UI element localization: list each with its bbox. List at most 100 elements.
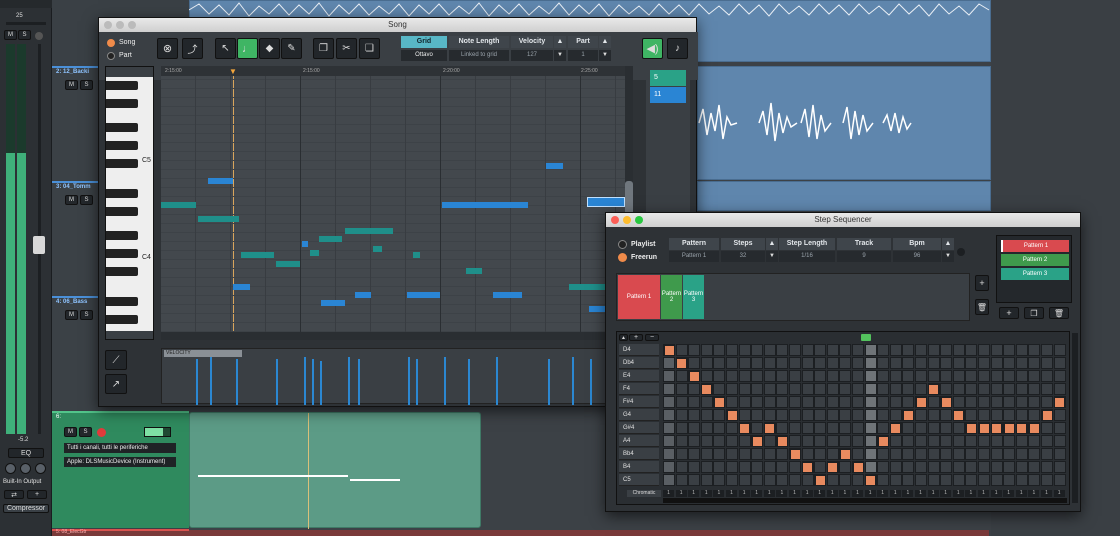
step-cell[interactable] — [877, 422, 890, 434]
bpm-value[interactable]: 96 — [893, 251, 941, 262]
step-cell[interactable] — [1041, 435, 1053, 447]
part-row[interactable]: 11 — [650, 87, 686, 103]
step-cell[interactable] — [726, 435, 738, 447]
step-cell[interactable] — [675, 383, 688, 395]
step-cell[interactable] — [915, 344, 927, 356]
step-cell[interactable] — [839, 461, 852, 473]
active-step[interactable] — [739, 422, 751, 434]
step-cell[interactable] — [789, 409, 801, 421]
step-cell[interactable] — [663, 396, 675, 408]
step-cell[interactable] — [763, 396, 776, 408]
step-cell[interactable] — [826, 409, 839, 421]
step-cell[interactable] — [776, 357, 789, 369]
step-cell[interactable] — [877, 461, 890, 473]
step-cell[interactable] — [713, 461, 726, 473]
step-value[interactable]: 1 — [1003, 490, 1015, 497]
step-cell[interactable] — [877, 383, 890, 395]
midi-note[interactable] — [466, 268, 482, 274]
step-cell[interactable] — [675, 435, 688, 447]
mute-button[interactable]: M — [65, 80, 78, 90]
step-cell[interactable] — [864, 461, 877, 473]
step-cell[interactable] — [688, 383, 701, 395]
step-cell[interactable] — [751, 396, 764, 408]
step-cell[interactable] — [877, 370, 890, 382]
step-cell[interactable] — [763, 370, 776, 382]
step-value[interactable]: 1 — [1041, 490, 1052, 497]
step-cell[interactable] — [940, 344, 953, 356]
step-cell[interactable] — [927, 409, 940, 421]
pan-knob-3[interactable] — [35, 463, 46, 474]
step-cell[interactable] — [726, 448, 738, 460]
step-cell[interactable] — [839, 409, 852, 421]
midi-note[interactable] — [373, 246, 382, 252]
step-cell[interactable] — [1053, 422, 1066, 434]
step-cell[interactable] — [663, 448, 675, 460]
active-step[interactable] — [1016, 422, 1028, 434]
mixer-record-dot[interactable] — [35, 32, 43, 40]
midi-track-header[interactable]: 6: M S Tutti i canali, tutti le periferi… — [52, 411, 189, 528]
step-length-value[interactable]: 1/16 — [779, 251, 835, 262]
step-cell[interactable] — [839, 474, 852, 486]
step-cell[interactable] — [663, 435, 675, 447]
step-cell[interactable] — [663, 409, 675, 421]
step-cell[interactable] — [801, 396, 814, 408]
step-cell[interactable] — [814, 435, 827, 447]
step-cell[interactable] — [789, 344, 801, 356]
step-value[interactable]: 1 — [663, 490, 674, 497]
steps-value[interactable]: 32 — [721, 251, 765, 262]
step-cell[interactable] — [801, 422, 814, 434]
midi-note[interactable] — [345, 228, 393, 234]
step-cell[interactable] — [902, 344, 915, 356]
step-cell[interactable] — [990, 409, 1003, 421]
active-step[interactable] — [928, 383, 940, 395]
step-cell[interactable] — [927, 435, 940, 447]
zoom-slider[interactable] — [161, 332, 625, 340]
step-cell[interactable] — [927, 461, 940, 473]
step-cell[interactable] — [978, 396, 990, 408]
step-cell[interactable] — [751, 409, 764, 421]
step-cell[interactable] — [726, 396, 738, 408]
step-value[interactable]: 1 — [952, 490, 964, 497]
step-cell[interactable] — [978, 370, 990, 382]
step-cell[interactable] — [978, 461, 990, 473]
step-cell[interactable] — [751, 422, 764, 434]
step-cell[interactable] — [814, 357, 827, 369]
step-cell[interactable] — [889, 435, 902, 447]
midi-note[interactable] — [161, 202, 196, 208]
grid-value[interactable]: Ottavo — [401, 50, 447, 61]
step-value[interactable]: 1 — [915, 490, 926, 497]
step-cell[interactable] — [889, 344, 902, 356]
step-cell[interactable] — [915, 370, 927, 382]
lane-pattern-2[interactable]: Pattern 2 — [661, 275, 682, 319]
step-cell[interactable] — [1003, 370, 1016, 382]
step-cell[interactable] — [889, 357, 902, 369]
step-cell[interactable] — [814, 383, 827, 395]
grid-up-button[interactable]: ▲ — [619, 334, 628, 341]
step-cell[interactable] — [763, 357, 776, 369]
solo-button[interactable]: S — [80, 195, 93, 205]
step-cell[interactable] — [776, 461, 789, 473]
grid-vertical-scrollbar[interactable] — [1072, 333, 1078, 503]
step-cell[interactable] — [978, 474, 990, 486]
step-cell[interactable] — [776, 474, 789, 486]
step-cell[interactable] — [1003, 344, 1016, 356]
step-cell[interactable] — [927, 357, 940, 369]
step-cell[interactable] — [952, 448, 965, 460]
zoom-button[interactable] — [128, 21, 136, 29]
active-step[interactable] — [1041, 409, 1053, 421]
step-cell[interactable] — [852, 344, 864, 356]
step-cell[interactable] — [688, 435, 701, 447]
add-plugin-button[interactable]: + — [27, 490, 47, 499]
active-step[interactable] — [663, 344, 675, 356]
step-cell[interactable] — [889, 396, 902, 408]
part-value[interactable]: 1 — [568, 50, 598, 61]
midi-note[interactable] — [198, 216, 239, 222]
step-cell[interactable] — [801, 474, 814, 486]
step-cell[interactable] — [877, 344, 890, 356]
step-cell[interactable] — [789, 461, 801, 473]
step-cell[interactable] — [738, 383, 751, 395]
duplicate-pattern-button[interactable]: ❐ — [1024, 307, 1044, 319]
active-step[interactable] — [776, 435, 788, 447]
step-cell[interactable] — [700, 474, 713, 486]
step-cell[interactable] — [751, 474, 764, 486]
